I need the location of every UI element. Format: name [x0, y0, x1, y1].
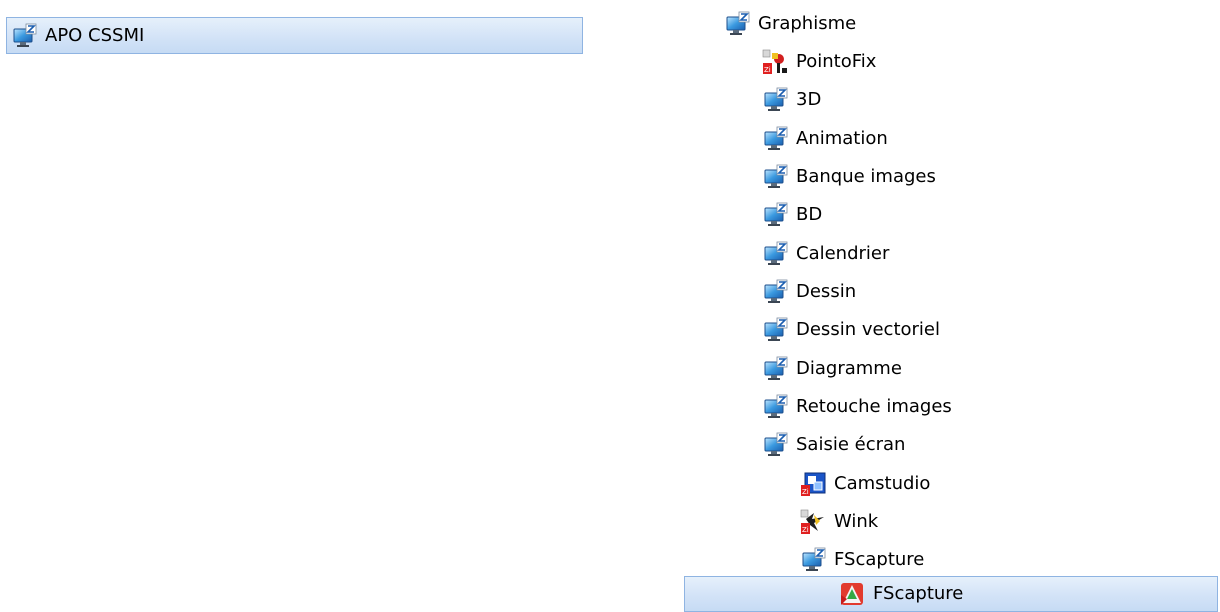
- tree-item-dessin[interactable]: Dessin: [762, 274, 856, 310]
- tree-item-pointofix[interactable]: Zi PointoFix: [762, 44, 876, 80]
- svg-text:Zi: Zi: [802, 488, 809, 496]
- folder-monitor-icon: [762, 87, 788, 113]
- folder-monitor-icon: [762, 432, 788, 458]
- tree-item-label: Animation: [796, 128, 888, 149]
- svg-text:Zi: Zi: [764, 66, 771, 74]
- tree-item-label: Retouche images: [796, 396, 952, 417]
- tree-item-label: Diagramme: [796, 358, 902, 379]
- tree-item-bd[interactable]: BD: [762, 197, 822, 233]
- wink-app-icon: Zi: [800, 509, 826, 535]
- tree-item-banque-images[interactable]: Banque images: [762, 159, 936, 195]
- folder-monitor-icon: [762, 126, 788, 152]
- tree-item-label: APO CSSMI: [45, 24, 145, 46]
- tree-item-label: 3D: [796, 89, 822, 110]
- tree-item-3d[interactable]: 3D: [762, 82, 821, 118]
- folder-monitor-icon: [762, 317, 788, 343]
- folder-monitor-icon: [762, 279, 788, 305]
- tree-item-label: Calendrier: [796, 243, 890, 264]
- tree-item-label: Wink: [834, 511, 879, 532]
- tree-item-calendrier[interactable]: Calendrier: [762, 236, 889, 272]
- tree-item-dessin-vectoriel[interactable]: Dessin vectoriel: [762, 312, 940, 348]
- tree-item-label: Dessin vectoriel: [796, 319, 940, 340]
- camstudio-app-icon: Zi: [800, 471, 826, 497]
- folder-monitor-icon: [762, 241, 788, 267]
- tree-item-animation[interactable]: Animation: [762, 121, 888, 157]
- pointofix-app-icon: Zi: [762, 49, 788, 75]
- tree-item-fscapture-folder[interactable]: FScapture: [800, 542, 924, 578]
- folder-monitor-icon: [762, 394, 788, 420]
- tree-item-label: Banque images: [796, 166, 936, 187]
- tree-item-label: Dessin: [796, 281, 857, 302]
- tree-item-saisie-ecran[interactable]: Saisie écran: [762, 427, 905, 463]
- folder-monitor-icon: [11, 22, 37, 49]
- folder-monitor-icon: [724, 11, 750, 37]
- tree-item-label: FScapture: [834, 549, 925, 570]
- tree-item-diagramme[interactable]: Diagramme: [762, 351, 902, 387]
- tree-item-label: FScapture: [873, 583, 964, 604]
- folder-monitor-icon: [762, 356, 788, 382]
- tree-item-label: BD: [796, 204, 823, 225]
- tree-item-retouche-images[interactable]: Retouche images: [762, 389, 952, 425]
- tree-item-camstudio[interactable]: Zi Camstudio: [800, 466, 930, 502]
- tree-item-label: Saisie écran: [796, 434, 906, 455]
- tree-item-apo-cssmi[interactable]: APO CSSMI: [6, 17, 583, 54]
- fscapture-app-icon: [839, 581, 865, 607]
- folder-monitor-icon: [762, 202, 788, 228]
- tree-item-wink[interactable]: Zi Wink: [800, 504, 878, 540]
- tree-item-label: Camstudio: [834, 473, 931, 494]
- svg-text:Zi: Zi: [802, 526, 809, 534]
- tree-item-fscapture-app[interactable]: FScapture: [684, 576, 1218, 612]
- tree-item-label: Graphisme: [758, 13, 857, 34]
- folder-monitor-icon: [800, 547, 826, 573]
- tree-item-label: PointoFix: [796, 51, 877, 72]
- folder-monitor-icon: [762, 164, 788, 190]
- tree-item-graphisme[interactable]: Graphisme: [724, 6, 856, 42]
